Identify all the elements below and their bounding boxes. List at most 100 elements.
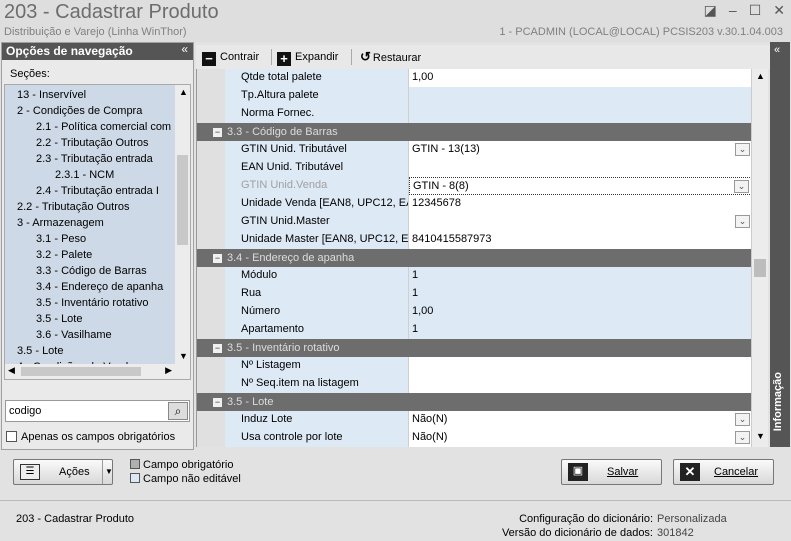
tree-node[interactable]: 3.4 - Endereço de apanha <box>36 279 163 295</box>
collapse-section-icon[interactable]: − <box>213 398 222 407</box>
tree-node[interactable]: 3.5 - Lote <box>36 311 82 327</box>
row-gutter <box>197 411 225 429</box>
tree-node[interactable]: 3.1 - Peso <box>36 231 86 247</box>
scroll-up-icon[interactable]: ▲ <box>179 87 188 97</box>
grid-section-header[interactable]: −3.3 - Código de Barras <box>197 123 751 141</box>
dict-config-value: Personalizada <box>657 513 727 525</box>
tree-node[interactable]: 13 - Inservível <box>17 87 86 103</box>
chevron-down-icon[interactable]: ⌄ <box>735 215 750 228</box>
collapse-panel-icon[interactable]: « <box>181 42 188 56</box>
tree-vertical-scrollbar[interactable]: ▲ ▼ <box>175 85 190 379</box>
save-button[interactable]: ▣ Salvar <box>561 459 662 485</box>
field-input[interactable] <box>409 159 751 177</box>
field-select[interactable]: Não(N) ⌄ <box>409 411 751 429</box>
tree-node[interactable]: 3 - Armazenagem <box>17 215 104 231</box>
sections-tree[interactable]: 13 - Inservível 2 - Condições de Compra 2.… <box>4 84 191 380</box>
legend-readonly: Campo não editável <box>130 473 241 485</box>
field-input[interactable]: 8410415587973 <box>409 231 751 249</box>
field-input[interactable] <box>409 375 751 393</box>
row-gutter <box>197 375 225 393</box>
maximize-window-icon[interactable]: ☐ <box>749 2 762 19</box>
chevron-down-icon[interactable]: ⌄ <box>734 180 749 193</box>
field-input[interactable] <box>409 105 751 123</box>
tree-node[interactable]: 2.2 - Tributação Outros <box>36 135 149 151</box>
tree-node[interactable]: 2.3.1 - NCM <box>55 167 114 183</box>
readonly-swatch <box>130 473 140 483</box>
field-label: Unidade Venda [EAN8, UPC12, EAN <box>225 195 409 213</box>
app-window: 203 - Cadastrar Produto Distribuição e V… <box>0 0 791 541</box>
tree-horizontal-scrollbar[interactable]: ◀ ▶ <box>5 364 190 379</box>
restore-button[interactable]: ↺ Restaurar <box>360 48 421 66</box>
dropdown-arrow-icon[interactable]: ▼ <box>105 460 113 484</box>
field-input[interactable]: 1,00 <box>409 303 751 321</box>
dict-version-value: 301842 <box>657 527 694 539</box>
tree-hscroll-thumb[interactable] <box>21 367 141 376</box>
chevron-down-icon[interactable]: ⌄ <box>735 431 750 444</box>
checkbox-icon[interactable] <box>6 431 17 442</box>
scroll-down-icon[interactable]: ▼ <box>179 351 188 361</box>
field-label: Nº Listagem <box>225 357 409 375</box>
tree-node[interactable]: 3.5 - Lote <box>17 343 63 359</box>
tree-node[interactable]: 2.4 - Tributação entrada I <box>36 183 159 199</box>
scroll-left-icon[interactable]: ◀ <box>8 365 15 376</box>
field-select[interactable]: GTIN - 13(13) ⌄ <box>409 141 751 159</box>
chevron-down-icon[interactable]: ⌄ <box>735 413 750 426</box>
grid-row: Módulo 1 <box>197 267 751 285</box>
bottom-bar: ☰ Ações ▼ Campo obrigatório Campo não ed… <box>0 450 791 498</box>
legend-required-label: Campo obrigatório <box>143 459 234 471</box>
field-input[interactable]: 1 <box>409 285 751 303</box>
cancel-button[interactable]: ✕ Cancelar <box>673 459 774 485</box>
field-input[interactable]: 12345678 <box>409 195 751 213</box>
tree-node[interactable]: 2.2 - Tributação Outros <box>17 199 130 215</box>
collapse-section-icon[interactable]: − <box>213 128 222 137</box>
search-input[interactable] <box>9 402 169 420</box>
field-select[interactable]: GTIN - 8(8) ⌄ <box>409 177 751 195</box>
field-label: Módulo <box>225 267 409 285</box>
tree-node[interactable]: 3.3 - Código de Barras <box>36 263 147 279</box>
tree-scroll-thumb[interactable] <box>177 155 188 245</box>
section-title: 3.5 - Inventário rotativo <box>227 342 340 354</box>
tree-node[interactable]: 2.3 - Tributação entrada <box>36 151 153 167</box>
expand-button[interactable]: + Expandir <box>277 48 338 66</box>
grid-vertical-scrollbar[interactable]: ▲ ▼ <box>751 69 768 447</box>
grid-scroll-thumb[interactable] <box>754 259 766 277</box>
field-select[interactable]: ⌄ <box>409 213 751 231</box>
grid-section-header[interactable]: −3.5 - Lote <box>197 393 751 411</box>
toolbar: − Contrair + Expandir ↺ Restaurar <box>196 45 770 69</box>
collapse-button[interactable]: − Contrair <box>202 48 259 66</box>
tree-node[interactable]: 3.6 - Vasilhame <box>36 327 112 343</box>
window-title: 203 - Cadastrar Produto <box>4 1 219 23</box>
status-screen-name: 203 - Cadastrar Produto <box>16 513 135 525</box>
expand-info-icon[interactable]: « <box>774 44 780 56</box>
field-input[interactable]: 1 <box>409 321 751 339</box>
field-select[interactable]: Não(N) ⌄ <box>409 429 751 447</box>
search-icon[interactable]: ⌕ <box>168 402 188 420</box>
field-label: Induz Lote <box>225 411 409 429</box>
restore-window-icon[interactable]: ◪ <box>704 2 717 19</box>
tree-node[interactable]: 2 - Condições de Compra <box>17 103 142 119</box>
scroll-right-icon[interactable]: ▶ <box>165 365 172 376</box>
field-input[interactable] <box>409 357 751 375</box>
field-input[interactable]: 1 <box>409 267 751 285</box>
field-input[interactable] <box>409 87 751 105</box>
required-only-checkbox[interactable]: Apenas os campos obrigatórios <box>6 431 175 443</box>
tree-node[interactable]: 3.2 - Palete <box>36 247 92 263</box>
collapse-section-icon[interactable]: − <box>213 254 222 263</box>
chevron-down-icon[interactable]: ⌄ <box>735 143 750 156</box>
scroll-up-icon[interactable]: ▲ <box>756 71 765 81</box>
actions-button[interactable]: ☰ Ações ▼ <box>13 459 113 485</box>
minimize-window-icon[interactable]: – <box>729 2 737 19</box>
tree-node[interactable]: 3.5 - Inventário rotativo <box>36 295 149 311</box>
grid-section-header[interactable]: −3.4 - Endereço de apanha <box>197 249 751 267</box>
field-input[interactable]: 1,00 <box>409 69 751 87</box>
sections-label: Seções: <box>10 68 50 80</box>
field-value: 1 <box>412 269 419 281</box>
scroll-down-icon[interactable]: ▼ <box>756 431 765 441</box>
close-window-icon[interactable]: ✕ <box>773 2 785 19</box>
collapse-section-icon[interactable]: − <box>213 344 222 353</box>
info-panel[interactable]: « Informação <box>770 42 790 447</box>
row-gutter <box>197 321 225 339</box>
grid-section-header[interactable]: −3.5 - Inventário rotativo <box>197 339 751 357</box>
row-gutter <box>197 159 225 177</box>
tree-node[interactable]: 2.1 - Política comercial com <box>36 119 171 135</box>
